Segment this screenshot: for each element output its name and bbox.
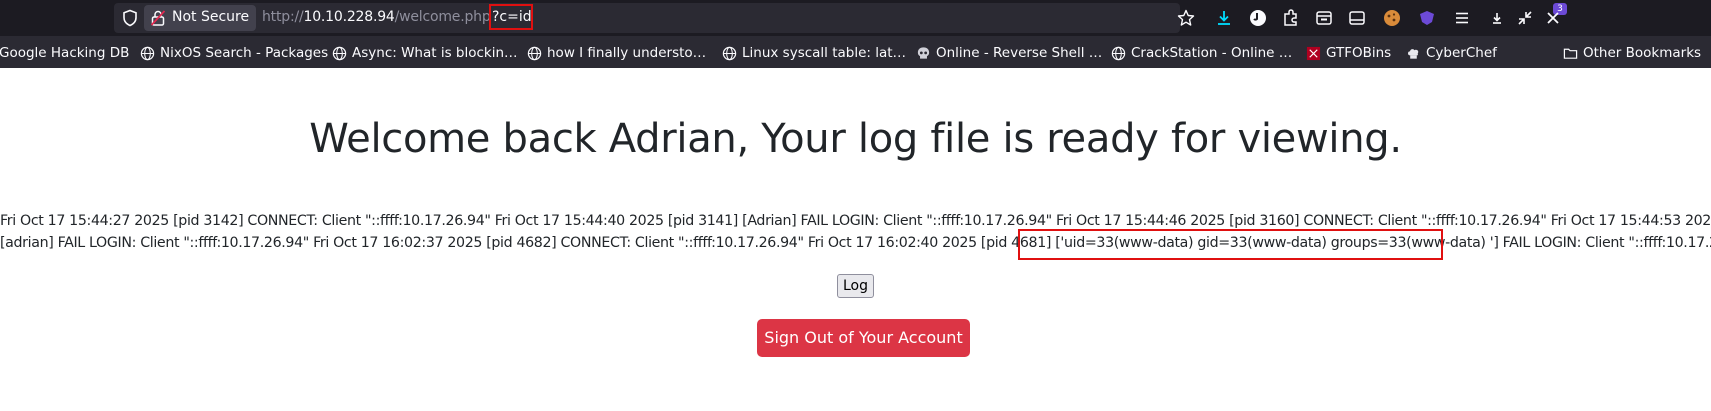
bookmark-label: Linux syscall table: lat…	[742, 45, 907, 61]
bookmark-item[interactable]: CyberChef	[1406, 44, 1497, 62]
bookmark-item[interactable]: Online - Reverse Shell …	[916, 44, 1102, 62]
bookmark-item[interactable]: Async: What is blockin…	[332, 44, 518, 62]
sidebar-icon[interactable]	[1347, 8, 1367, 28]
url-text[interactable]: http://10.10.228.94/welcome.php	[262, 9, 491, 25]
bookmark-item[interactable]: NixOS Search - Packages	[140, 44, 328, 62]
other-bookmarks-folder[interactable]: Other Bookmarks	[1563, 44, 1701, 62]
other-bookmarks-label: Other Bookmarks	[1583, 45, 1702, 61]
close-window-icon[interactable]	[1543, 8, 1563, 28]
url-path: /welcome.php	[394, 9, 491, 25]
hamburger-menu-icon[interactable]	[1452, 8, 1472, 28]
globe-icon	[527, 46, 542, 61]
log-text-line-2: [adrian] FAIL LOGIN: Client "::ffff:10.1…	[0, 235, 1711, 251]
skull-icon	[916, 46, 931, 61]
bookmarks-toolbar: Google Hacking DB NixOS Search - Package…	[0, 36, 1711, 68]
log-button[interactable]: Log	[837, 274, 874, 298]
bookmark-item[interactable]: Google Hacking DB	[0, 44, 129, 62]
extensions-puzzle-icon[interactable]	[1281, 8, 1301, 28]
bookmark-star-icon[interactable]	[1177, 9, 1195, 27]
command-output-highlight	[1018, 229, 1443, 260]
globe-icon	[722, 46, 737, 61]
insecure-lock-icon	[150, 10, 166, 26]
url-scheme: http://	[262, 9, 304, 25]
browser-toolbar: Not Secure http://10.10.228.94/welcome.p…	[0, 0, 1711, 36]
not-secure-label: Not Secure	[172, 9, 250, 25]
gtfobins-icon	[1306, 46, 1321, 61]
bookmark-label: GTFOBins	[1326, 45, 1392, 61]
bookmark-label: CyberChef	[1426, 45, 1497, 61]
folder-icon	[1563, 46, 1578, 61]
log-text-line-1: Fri Oct 17 15:44:27 2025 [pid 3142] CONN…	[0, 213, 1711, 229]
bookmark-item[interactable]: Linux syscall table: lat…	[722, 44, 906, 62]
sign-out-button[interactable]: Sign Out of Your Account	[757, 319, 970, 357]
bookmark-label: NixOS Search - Packages	[160, 45, 329, 61]
url-query-highlight	[489, 4, 533, 30]
downloads-icon[interactable]	[1214, 8, 1234, 28]
bookmark-label: Google Hacking DB	[0, 45, 130, 61]
cookie-extension-icon[interactable]	[1382, 8, 1402, 28]
globe-icon	[332, 46, 347, 61]
foxyproxy-extension-icon[interactable]	[1417, 8, 1437, 28]
bookmark-item[interactable]: CrackStation - Online …	[1111, 44, 1292, 62]
tracking-protection-shield-icon[interactable]	[121, 9, 139, 27]
globe-icon	[140, 46, 155, 61]
url-host: 10.10.228.94	[303, 9, 395, 25]
restore-window-icon[interactable]	[1515, 8, 1535, 28]
bookmark-item[interactable]: GTFOBins	[1306, 44, 1391, 62]
bookmark-item[interactable]: how I finally understo…	[527, 44, 706, 62]
dark-reader-icon[interactable]	[1248, 8, 1268, 28]
bookmark-label: CrackStation - Online …	[1131, 45, 1293, 61]
containers-icon[interactable]	[1314, 8, 1334, 28]
chef-hat-icon	[1406, 46, 1421, 61]
globe-icon	[1111, 46, 1126, 61]
bookmark-label: Async: What is blockin…	[352, 45, 518, 61]
minimize-window-icon[interactable]	[1487, 8, 1507, 28]
page-heading: Welcome back Adrian, Your log file is re…	[309, 116, 1402, 162]
bookmark-label: how I finally understo…	[547, 45, 707, 61]
bookmark-label: Online - Reverse Shell …	[936, 45, 1103, 61]
site-info-button[interactable]: Not Secure	[144, 5, 256, 31]
